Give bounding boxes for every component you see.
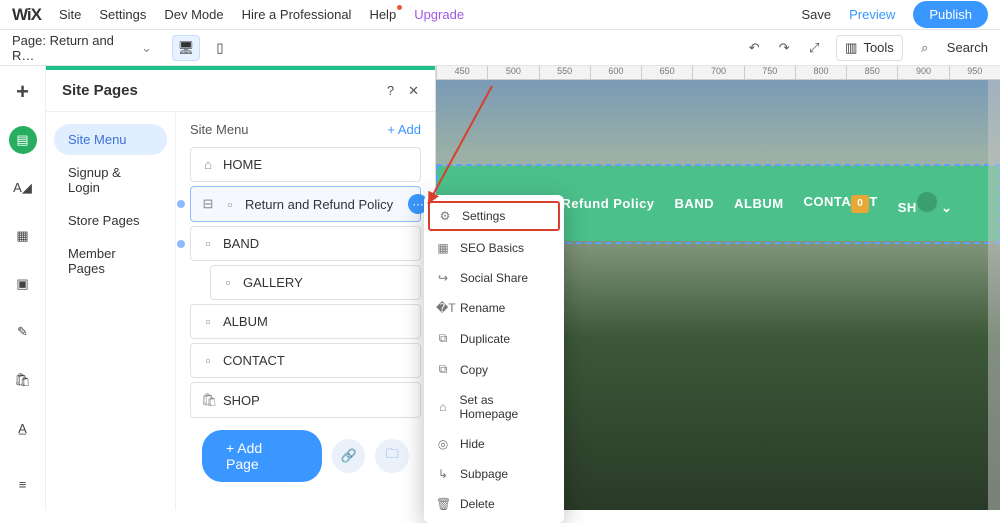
pages-button[interactable]: ▤: [9, 126, 37, 154]
page-item-shop[interactable]: 🛍SHOP: [190, 382, 421, 418]
save-button[interactable]: Save: [801, 7, 831, 22]
nav-contact[interactable]: CONTA0T: [804, 194, 878, 213]
add-page-link[interactable]: + Add: [387, 122, 421, 137]
menu-upgrade[interactable]: Upgrade: [414, 7, 464, 22]
menu-hire[interactable]: Hire a Professional: [242, 7, 352, 22]
nav-band[interactable]: BAND: [675, 196, 715, 211]
page-icon: ▫: [201, 314, 215, 329]
link-page-button[interactable]: 🔗: [332, 439, 366, 473]
wix-logo: WiX: [12, 5, 41, 25]
sidebar-item-site-menu[interactable]: Site Menu: [54, 124, 167, 155]
context-social[interactable]: ↪Social Share: [424, 263, 564, 293]
hide-icon: ◎: [436, 437, 450, 451]
nav-shop[interactable]: SH ⌄: [898, 192, 953, 216]
close-icon[interactable]: ✕: [408, 83, 419, 99]
panel-title: Site Pages: [62, 82, 138, 99]
page-icon: ▫: [201, 353, 215, 368]
seo-icon: ▦: [436, 241, 450, 255]
bookings-button[interactable]: A̲: [9, 414, 37, 442]
search-label[interactable]: Search: [947, 40, 988, 55]
page-icon: ▫: [223, 197, 237, 212]
ruler: 450500550600650700750800850900950: [436, 66, 1000, 80]
context-rename[interactable]: �TRename: [424, 293, 564, 323]
left-rail: + ▤ A◢ ▦ ▣ ✎ 🛍 A̲ ≡: [0, 66, 46, 510]
trash-icon: 🗑: [436, 497, 450, 511]
tools-button[interactable]: ▥ Tools: [836, 35, 903, 61]
page-item-band[interactable]: ▫BAND: [190, 226, 421, 261]
add-page-button[interactable]: + Add Page: [202, 430, 322, 482]
top-menu-bar: WiX Site Settings Dev Mode Hire a Profes…: [0, 0, 1000, 30]
sidebar-item-member-pages[interactable]: Member Pages: [54, 238, 167, 284]
page-selector-label: Page: Return and R…: [12, 33, 133, 63]
drag-dot-icon: [177, 240, 185, 248]
layers-button[interactable]: ≡: [9, 470, 37, 498]
gear-icon: ⚙: [438, 209, 452, 223]
subpage-icon: ↳: [436, 467, 450, 481]
tools-icon: ▥: [845, 40, 857, 56]
duplicate-icon: ⧉: [436, 331, 450, 346]
folder-page-button[interactable]: 🗀: [375, 439, 409, 473]
context-homepage[interactable]: ⌂Set as Homepage: [424, 385, 564, 429]
sidebar-item-store-pages[interactable]: Store Pages: [54, 205, 167, 236]
menu-settings[interactable]: Settings: [99, 7, 146, 22]
design-button[interactable]: A◢: [9, 174, 37, 202]
avatar-icon[interactable]: [917, 192, 937, 212]
zoom-button[interactable]: ⤢: [806, 40, 822, 56]
rename-icon: �T: [436, 301, 450, 315]
collapse-icon[interactable]: ⊟: [201, 196, 215, 212]
context-delete[interactable]: 🗑Delete: [424, 489, 564, 519]
context-copy[interactable]: ⧉Copy: [424, 354, 564, 385]
chevron-down-icon: ⌄: [141, 40, 152, 56]
context-duplicate[interactable]: ⧉Duplicate: [424, 323, 564, 354]
site-pages-panel: Site Pages ? ✕ Site Menu Signup & Login …: [46, 66, 436, 510]
redo-button[interactable]: ↷: [776, 40, 792, 56]
page-item-contact[interactable]: ▫CONTACT: [190, 343, 421, 378]
context-settings[interactable]: ⚙Settings: [428, 201, 560, 231]
menu-devmode[interactable]: Dev Mode: [164, 7, 223, 22]
nav-album[interactable]: ALBUM: [734, 196, 783, 211]
page-context-menu: ⚙Settings ▦SEO Basics ↪Social Share �TRe…: [424, 195, 564, 523]
toolbar: Page: Return and R… ⌄ 🖥 ▯ ↶ ↷ ⤢ ▥ Tools ⌕…: [0, 30, 1000, 66]
context-subpage[interactable]: ↳Subpage: [424, 459, 564, 489]
page-selector[interactable]: Page: Return and R… ⌄: [12, 33, 152, 63]
shop-icon: 🛍: [201, 392, 215, 408]
menu-site[interactable]: Site: [59, 7, 81, 22]
mobile-view-button[interactable]: ▯: [206, 35, 234, 61]
home-icon: ⌂: [436, 400, 449, 414]
page-item-return-refund[interactable]: ⊟▫Return and Refund Policy⋯: [190, 186, 421, 222]
panel-sidebar: Site Menu Signup & Login Store Pages Mem…: [46, 112, 176, 510]
search-icon[interactable]: ⌕: [917, 40, 933, 56]
page-item-gallery[interactable]: ▫GALLERY: [210, 265, 421, 300]
apps-button[interactable]: ▦: [9, 222, 37, 250]
blog-button[interactable]: ✎: [9, 318, 37, 346]
context-seo[interactable]: ▦SEO Basics: [424, 233, 564, 263]
panel-main-title: Site Menu: [190, 122, 249, 137]
context-hide[interactable]: ◎Hide: [424, 429, 564, 459]
page-icon: ▫: [221, 275, 235, 290]
page-item-album[interactable]: ▫ALBUM: [190, 304, 421, 339]
media-button[interactable]: ▣: [9, 270, 37, 298]
page-item-home[interactable]: ⌂HOME: [190, 147, 421, 182]
store-button[interactable]: 🛍: [9, 366, 37, 394]
undo-button[interactable]: ↶: [746, 40, 762, 56]
tools-label: Tools: [863, 40, 893, 55]
page-icon: ▫: [201, 236, 215, 251]
share-icon: ↪: [436, 271, 450, 285]
copy-icon: ⧉: [436, 362, 450, 377]
desktop-view-button[interactable]: 🖥: [172, 35, 200, 61]
drag-dot-icon: [177, 200, 185, 208]
publish-button[interactable]: Publish: [913, 1, 988, 28]
preview-button[interactable]: Preview: [849, 7, 895, 22]
resize-handle[interactable]: [988, 80, 1000, 510]
notification-dot-icon: [397, 5, 402, 10]
help-icon[interactable]: ?: [387, 83, 394, 99]
add-element-button[interactable]: +: [9, 78, 37, 106]
sidebar-item-signup-login[interactable]: Signup & Login: [54, 157, 167, 203]
page-list: ⌂HOME ⊟▫Return and Refund Policy⋯ ▫BAND …: [190, 147, 421, 418]
home-icon: ⌂: [201, 157, 215, 172]
menu-help[interactable]: Help: [369, 7, 396, 22]
cart-badge[interactable]: 0: [851, 195, 869, 213]
panel-main: Site Menu + Add ⌂HOME ⊟▫Return and Refun…: [176, 112, 435, 510]
